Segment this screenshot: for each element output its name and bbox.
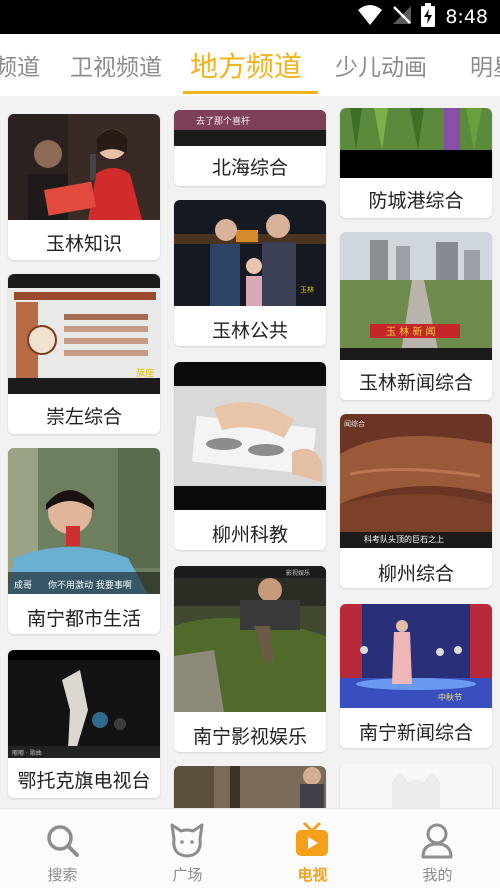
channel-label: 崇左综合 [45,406,122,428]
svg-text:去了那个喜杆: 去了那个喜杆 [196,115,250,127]
channel-thumbnail: 中秋节 [340,604,492,708]
channel-card[interactable]: 嘟嘟 · 歌曲 鄂托克旗电视台 [8,650,160,798]
channel-thumbnail [8,114,160,220]
channel-label: 鄂托克旗电视台 [17,770,151,792]
svg-text:科考队头顶的巨石之上: 科考队头顶的巨石之上 [364,534,444,544]
channel-label: 北海综合 [211,157,288,179]
status-time: 8:48 [445,6,488,28]
channel-label: 玉林公共 [211,320,288,342]
svg-text:影视娱乐: 影视娱乐 [286,569,310,577]
channel-thumbnail [174,766,326,808]
channel-grid[interactable]: 玉林知识 蔟座 崇左综合 成哥 你不用激动 我要事啊 南宁都市生活 嘟嘟 · 歌… [0,96,500,808]
tab-pindao[interactable]: 频道 [0,48,40,82]
channel-card[interactable]: 成哥 你不用激动 我要事啊 南宁都市生活 [8,448,160,634]
svg-text:闻综合: 闻综合 [344,419,365,428]
nav-label-tv: 电视 [297,866,328,884]
channel-thumbnail: 玉林 [174,200,326,306]
svg-text:蔟座: 蔟座 [136,367,154,379]
search-icon [42,821,82,861]
svg-text:玉 林 新 闻: 玉 林 新 闻 [386,325,436,338]
battery-charging-icon [421,3,436,31]
nav-label-search: 搜索 [47,866,78,884]
channel-thumbnail: 玉 林 新 闻 [340,232,492,360]
channel-thumbnail [340,764,492,808]
channel-card[interactable] [174,766,326,808]
channel-label: 玉林新闻综合 [358,372,473,394]
channel-card[interactable]: 科考队头顶的巨石之上 闻综合 柳州综合 [340,414,492,588]
nav-mine[interactable]: 我的 [375,809,500,888]
nav-search[interactable]: 搜索 [0,809,125,888]
channel-label: 南宁新闻综合 [358,722,473,744]
nav-label-square: 广场 [172,866,203,884]
tab-celebrity[interactable]: 明星 [470,48,500,82]
tv-icon [292,821,332,861]
tab-kids[interactable]: 少儿动画 [335,48,427,82]
channel-card[interactable]: 中秋节 南宁新闻综合 [340,604,492,748]
channel-card[interactable]: 玉林 玉林公共 [174,200,326,346]
channel-thumbnail: 科考队头顶的巨石之上 闻综合 [340,414,492,548]
user-icon [417,821,457,861]
bottom-nav: 搜索 广场 电视 我的 [0,808,500,888]
channel-thumbnail [174,362,326,510]
wifi-icon [357,4,383,30]
status-icons: 8:48 [357,3,488,31]
channel-label: 南宁影视娱乐 [192,726,307,748]
tab-satellite[interactable]: 卫视频道 [70,48,162,82]
channel-label: 防城港综合 [368,190,464,212]
channel-thumbnail: 蔟座 [8,274,160,394]
svg-text:嘟嘟 · 歌曲: 嘟嘟 · 歌曲 [12,749,42,757]
channel-card[interactable]: 柳州科教 [174,362,326,550]
channel-label: 柳州科教 [211,524,288,546]
channel-thumbnail: 嘟嘟 · 歌曲 [8,650,160,758]
channel-card[interactable]: 去了那个喜杆 北海综合 [174,110,326,186]
channel-card[interactable]: 蔟座 崇左综合 [8,274,160,434]
no-signal-icon [391,4,413,30]
channel-card[interactable]: 影视娱乐 南宁影视娱乐 [174,566,326,752]
nav-square[interactable]: 广场 [125,809,250,888]
tab-local[interactable]: 地方频道 [190,45,302,85]
channel-card[interactable]: 玉林知识 [8,114,160,260]
channel-tabs: 频道 卫视频道 地方频道 少儿动画 明星 [0,34,500,96]
cat-face-icon [167,821,207,861]
svg-text:你不用激动 我要事啊: 你不用激动 我要事啊 [48,579,132,591]
channel-thumbnail: 影视娱乐 [174,566,326,712]
channel-card[interactable] [340,764,492,808]
channel-card[interactable]: 玉 林 新 闻 玉林新闻综合 [340,232,492,400]
channel-label: 南宁都市生活 [26,608,141,630]
channel-label: 柳州综合 [377,563,454,585]
svg-text:成哥: 成哥 [14,579,32,591]
svg-text:中秋节: 中秋节 [438,692,462,702]
channel-card[interactable]: 防城港综合 [340,108,492,218]
channel-thumbnail [340,108,492,178]
nav-label-mine: 我的 [422,866,453,884]
channel-thumbnail: 去了那个喜杆 [174,110,326,146]
svg-text:玉林: 玉林 [300,285,314,294]
channel-label: 玉林知识 [45,233,122,255]
nav-tv[interactable]: 电视 [250,809,375,888]
active-tab-indicator [183,91,318,94]
status-bar: 8:48 [0,0,500,34]
channel-thumbnail: 成哥 你不用激动 我要事啊 [8,448,160,594]
